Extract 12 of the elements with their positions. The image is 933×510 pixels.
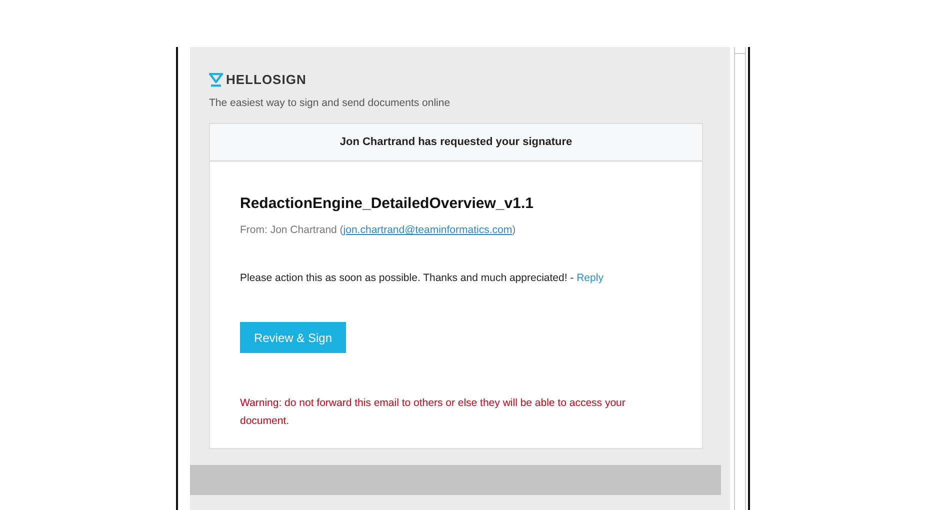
warning-text: Warning: do not forward this email to others or else they will be able to access your document. [240,396,626,429]
request-header: Jon Chartrand has requested your signature [210,124,702,162]
review-sign-button[interactable]: Review & Sign [240,322,346,353]
tagline: The easiest way to sign and send documents online [209,97,452,109]
reply-link[interactable]: Reply [576,272,604,284]
sender-line: From: Jon Chartrand (jon.chartrand@teaminformatics.com) [240,224,517,236]
brand-name: HELLOSIGN [226,72,306,87]
logo-icon [209,72,223,86]
message-text: Please action this as soon as possible. Thanks and much appreciated! - Reply [240,272,604,284]
scrollbar[interactable] [734,47,746,510]
document-title: RedactionEngine_DetailedOverview_v1.1 [240,195,534,212]
email-link[interactable]: jon.chartrand@teaminformatics.com [343,224,512,236]
